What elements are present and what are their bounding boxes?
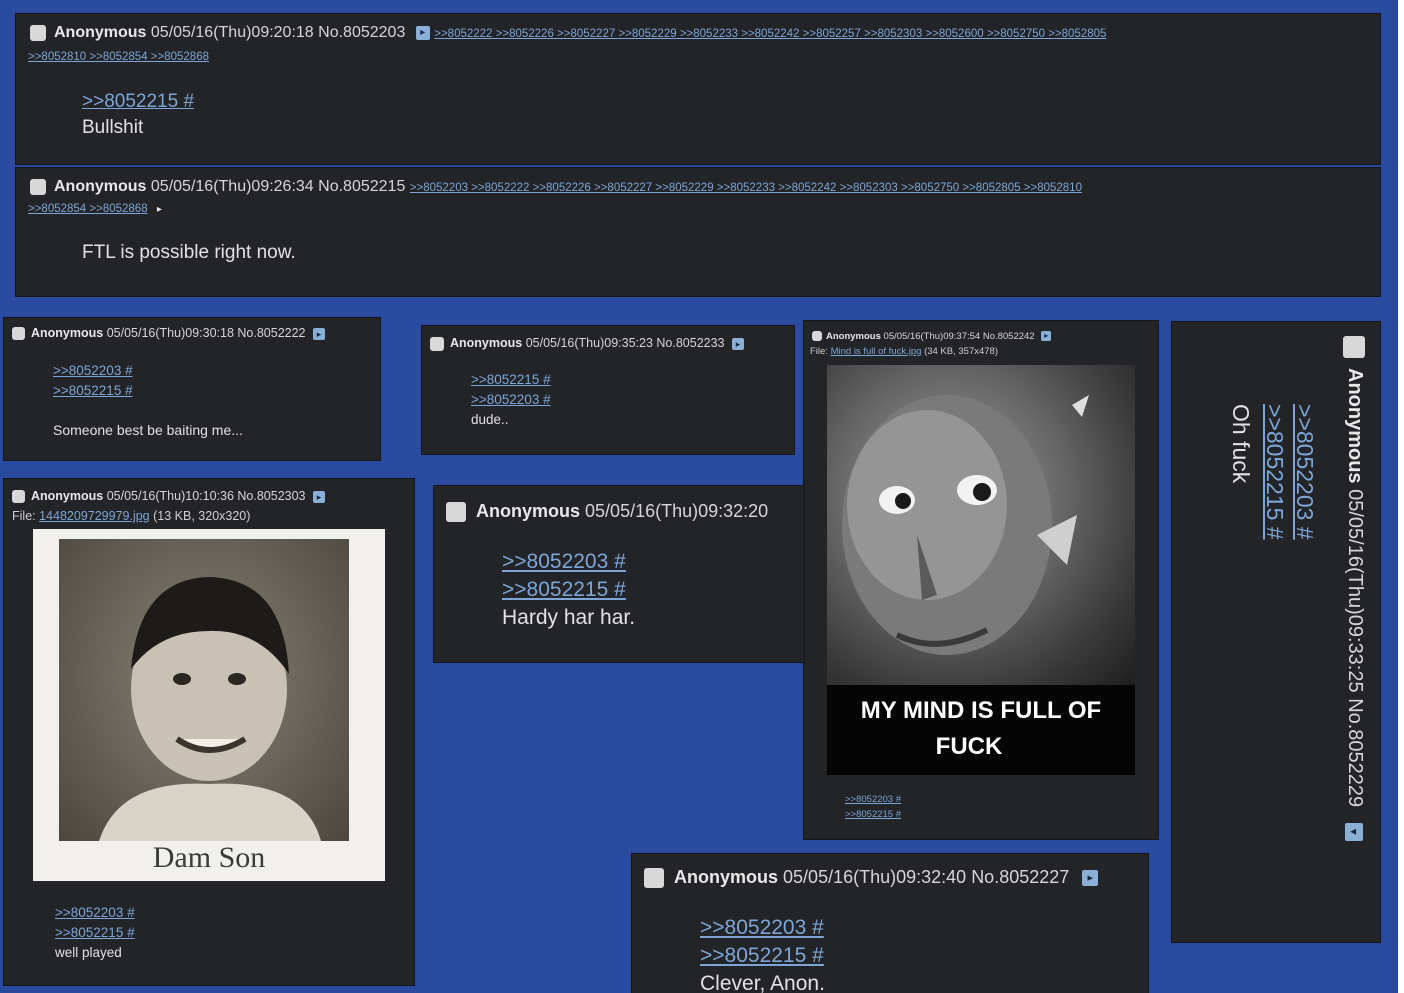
poster-name: Anonymous <box>826 331 881 342</box>
post-number[interactable]: No.8052222 <box>237 326 305 340</box>
post-datetime: 05/05/16(Thu)09:32:20 <box>585 501 769 521</box>
backlinks[interactable]: >>8052203 >>8052222 >>8052226 >>8052227 … <box>410 182 1082 194</box>
backlinks-continued[interactable]: >>8052854 >>8052868 <box>28 203 148 215</box>
post-text: Hardy har har. <box>502 606 636 629</box>
post-menu-arrow-icon[interactable]: ▾ <box>1345 822 1364 841</box>
post-menu-arrow-icon[interactable]: ▸ <box>157 204 162 215</box>
quote-link[interactable]: >>8052203 # <box>502 548 635 576</box>
quote-link[interactable]: >>8052203 # <box>53 361 133 381</box>
file-info: (13 KB, 320x320) <box>153 509 251 523</box>
checkbox-icon[interactable] <box>644 868 664 889</box>
quote-link[interactable]: >>8052215 # <box>53 381 133 401</box>
post-image[interactable]: MY MIND IS FULL OF FUCK <box>827 365 1135 775</box>
checkbox-icon[interactable] <box>30 178 46 195</box>
quote-link[interactable]: >>8052215 # <box>845 807 901 822</box>
poster-name: Anonymous <box>31 489 104 503</box>
photo-portrait <box>59 539 349 841</box>
quote-link[interactable]: >>8052215 # <box>471 370 551 390</box>
post-8052303: Anonymous 05/05/16(Thu)10:10:36 No.80523… <box>4 479 414 985</box>
poster-name: Anonymous <box>674 867 779 887</box>
post-number[interactable]: No.8052229 <box>1344 698 1366 807</box>
post-datetime: 05/05/16(Thu)09:32:40 <box>783 867 967 887</box>
image-caption: Dam Son <box>152 841 266 874</box>
checkbox-icon[interactable] <box>30 24 46 41</box>
post-text: well played <box>55 945 122 960</box>
post-datetime: 05/05/16(Thu)10:10:36 <box>106 489 234 503</box>
post-text: Bullshit <box>82 117 144 138</box>
file-label: File: <box>810 346 828 357</box>
quote-link[interactable]: >>8052215 # <box>700 942 825 970</box>
image-caption-line2: FUCK <box>935 733 1003 760</box>
checkbox-icon[interactable] <box>12 490 25 504</box>
file-label: File: <box>12 509 36 523</box>
post-menu-arrow-icon[interactable]: ▸ <box>415 25 430 40</box>
face-render <box>827 365 1135 685</box>
post-number[interactable]: No.8052215 <box>318 178 405 195</box>
image-caption-line1: MY MIND IS FULL OF <box>860 697 1102 724</box>
checkbox-icon[interactable] <box>446 502 466 523</box>
post-8052242: Anonymous 05/05/16(Thu)09:37:54 No.80522… <box>804 321 1158 839</box>
checkbox-icon[interactable] <box>430 336 444 351</box>
post-datetime: 05/05/16(Thu)09:26:34 <box>150 178 314 195</box>
post-8052222: Anonymous 05/05/16(Thu)09:30:18 No.80522… <box>4 318 380 460</box>
poster-name: Anonymous <box>476 501 581 521</box>
checkbox-icon[interactable] <box>1343 336 1366 358</box>
post-number[interactable]: No.8052242 <box>983 331 1035 342</box>
post-datetime: 05/05/16(Thu)09:37:54 <box>883 331 981 342</box>
poster-name: Anonymous <box>31 326 104 340</box>
post-datetime: 05/05/16(Thu)09:20:18 <box>150 24 314 41</box>
post-image[interactable]: Dam Son <box>33 529 385 881</box>
quote-link[interactable]: >>8052215 # <box>55 923 135 943</box>
post-menu-arrow-icon[interactable]: ▸ <box>313 327 325 340</box>
post-number[interactable]: No.8052303 <box>237 489 305 503</box>
rotated-post-content: Anonymous 05/05/16(Thu)09:33:25 No.80522… <box>1186 336 1366 936</box>
post-menu-arrow-icon[interactable]: ▸ <box>732 337 744 350</box>
backlinks[interactable]: >>8052222 >>8052226 >>8052227 >>8052229 … <box>434 28 1106 40</box>
post-menu-arrow-icon[interactable]: ▸ <box>1041 331 1052 342</box>
checkbox-icon[interactable] <box>12 327 25 341</box>
post-datetime: 05/05/16(Thu)09:30:18 <box>106 326 234 340</box>
quote-link[interactable]: >>8052203 # <box>1290 404 1320 540</box>
thread-board: Anonymous 05/05/16(Thu)09:20:18 No.80522… <box>0 0 1398 993</box>
checkbox-icon[interactable] <box>812 331 822 342</box>
poster-name: Anonymous <box>450 336 523 350</box>
file-info: (34 KB, 357x478) <box>924 346 998 357</box>
post-menu-arrow-icon[interactable]: ▸ <box>313 490 325 503</box>
poster-name: Anonymous <box>1344 368 1366 484</box>
post-text: Clever, Anon. <box>700 972 825 993</box>
post-number[interactable]: No.8052233 <box>656 336 724 350</box>
post-8052203: Anonymous 05/05/16(Thu)09:20:18 No.80522… <box>16 14 1380 164</box>
post-text: dude.. <box>471 412 509 427</box>
post-number[interactable]: No.8052203 <box>318 24 405 41</box>
post-8052229: Anonymous 05/05/16(Thu)09:33:25 No.80522… <box>1172 322 1380 942</box>
post-text: FTL is possible right now. <box>82 242 296 263</box>
post-number[interactable]: No.8052227 <box>971 867 1069 887</box>
image-caption-box: MY MIND IS FULL OF FUCK <box>827 685 1135 775</box>
quote-link[interactable]: >>8052203 # <box>845 792 901 807</box>
poster-name: Anonymous <box>54 178 147 195</box>
backlinks-continued[interactable]: >>8052810 >>8052854 >>8052868 <box>28 51 209 63</box>
quote-link[interactable]: >>8052203 # <box>700 914 825 942</box>
post-text: Someone best be baiting me... <box>53 422 243 438</box>
quote-link[interactable]: >>8052203 # <box>55 903 135 923</box>
post-8052233: Anonymous 05/05/16(Thu)09:35:23 No.80522… <box>422 326 794 454</box>
post-8052215: Anonymous 05/05/16(Thu)09:26:34 No.80522… <box>16 168 1380 296</box>
file-name-link[interactable]: 1448209729979.jpg <box>39 509 150 523</box>
post-datetime: 05/05/16(Thu)09:33:25 <box>1344 489 1366 693</box>
file-name-link[interactable]: Mind is full of fuck.jpg <box>831 346 922 357</box>
post-datetime: 05/05/16(Thu)09:35:23 <box>525 336 653 350</box>
post-8052226: Anonymous 05/05/16(Thu)09:32:20 >>805220… <box>434 486 804 662</box>
quote-link[interactable]: >>8052215 # <box>502 576 635 604</box>
poster-name: Anonymous <box>54 24 147 41</box>
quote-link[interactable]: >>8052215 # <box>82 89 194 115</box>
post-text: Oh fuck <box>1228 404 1254 484</box>
post-8052227: Anonymous 05/05/16(Thu)09:32:40 No.80522… <box>632 854 1148 993</box>
quote-link[interactable]: >>8052203 # <box>471 390 551 410</box>
post-menu-arrow-icon[interactable]: ▸ <box>1082 870 1099 887</box>
quote-link[interactable]: >>8052215 # <box>1260 404 1290 540</box>
